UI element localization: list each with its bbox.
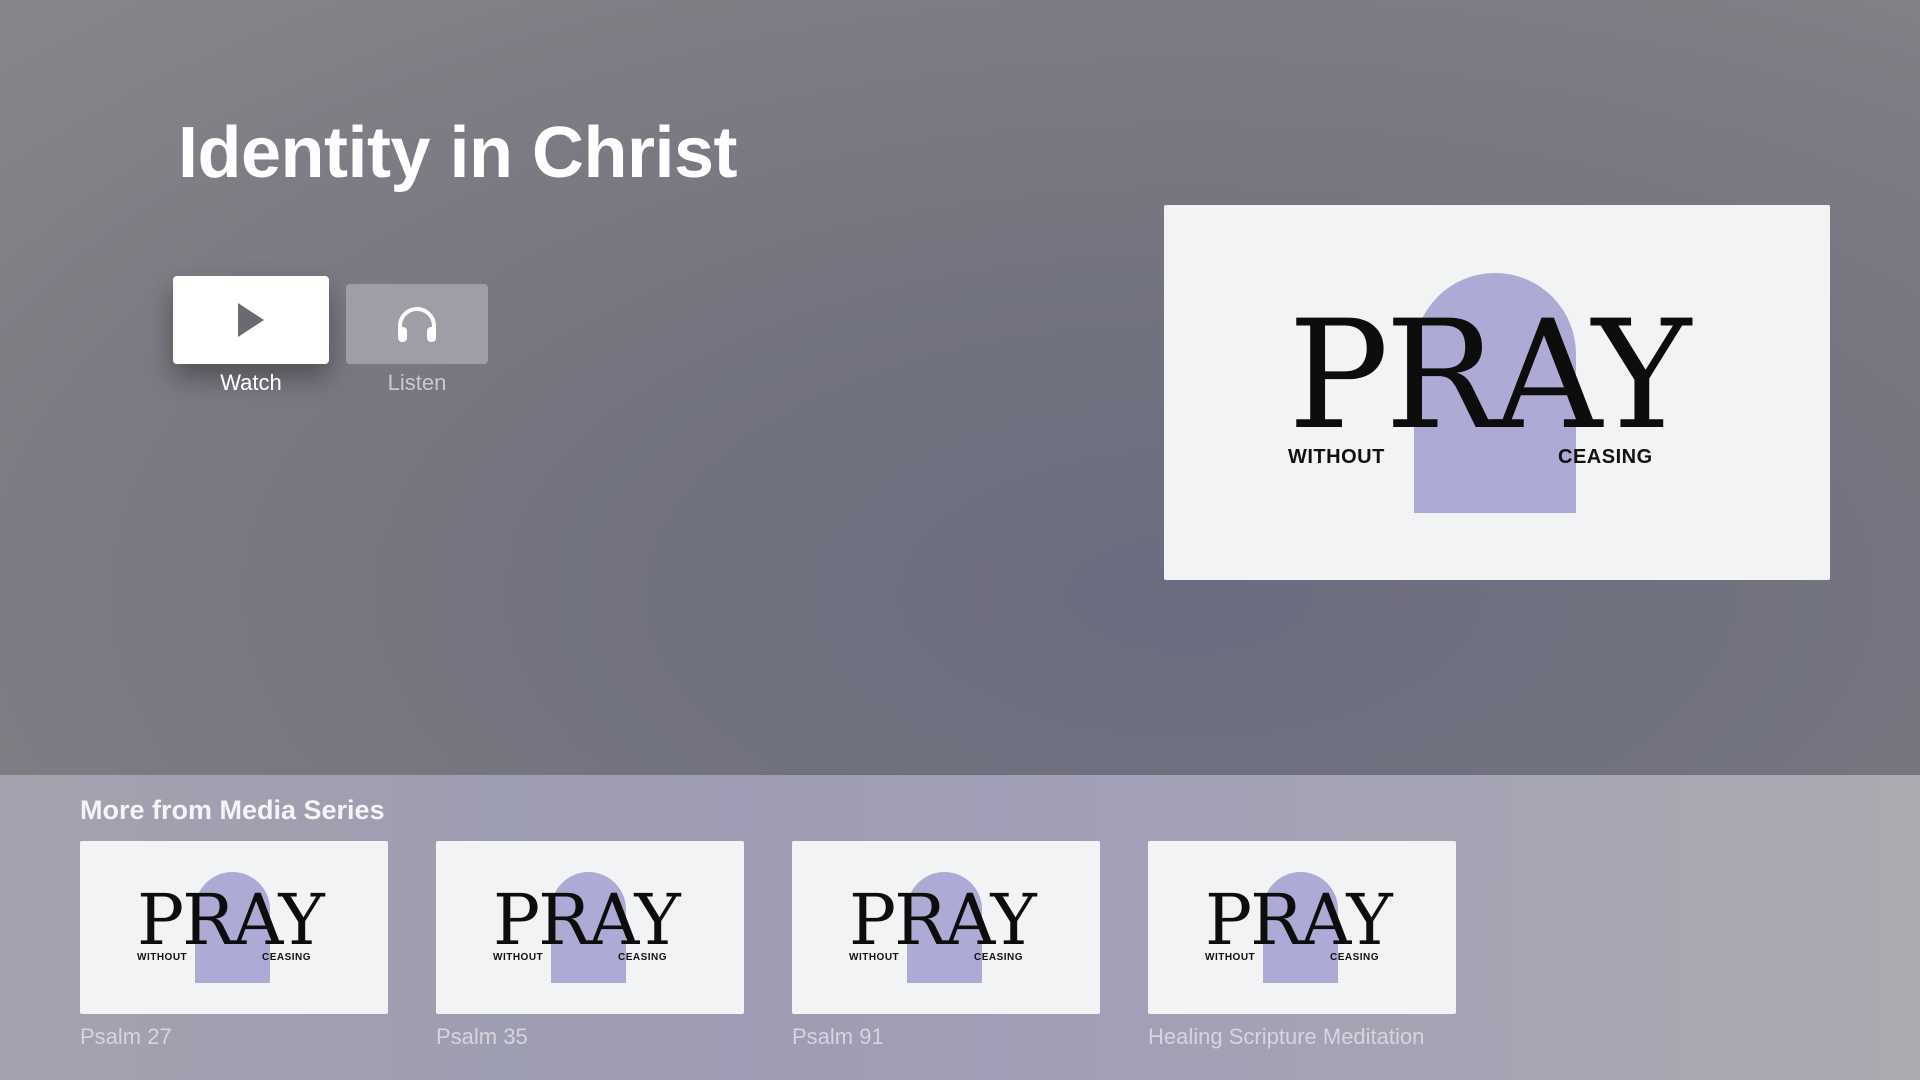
shelf-item-label: Healing Scripture Meditation — [1148, 1024, 1425, 1049]
artwork-subtitle-right: CEASING — [262, 952, 312, 963]
shelf-item-psalm-27[interactable]: PRAY WITHOUT CEASING — [80, 841, 388, 1014]
headphones-icon — [398, 307, 436, 342]
watch-button[interactable] — [173, 276, 329, 364]
shelf-item-psalm-91[interactable]: PRAY WITHOUT CEASING — [792, 841, 1100, 1014]
artwork-title: PRAY — [137, 879, 325, 961]
artwork-title: PRAY — [849, 879, 1037, 961]
page-title: Identity in Christ — [178, 113, 738, 193]
pray-artwork: PRAY WITHOUT CEASING — [792, 841, 1100, 1014]
artwork-subtitle-right: CEASING — [1558, 446, 1653, 468]
artwork-subtitle-left: WITHOUT — [137, 952, 188, 963]
play-icon — [238, 303, 264, 337]
artwork-subtitle-right: CEASING — [1330, 952, 1380, 963]
listen-button-label: Listen — [387, 370, 447, 395]
artwork-subtitle-left: WITHOUT — [849, 952, 900, 963]
pray-artwork: PRAY WITHOUT CEASING — [80, 841, 388, 1014]
artwork-subtitle-left: WITHOUT — [1205, 952, 1256, 963]
artwork-title: PRAY — [493, 879, 681, 961]
shelf-item-label: Psalm 91 — [792, 1024, 884, 1049]
shelf-heading: More from Media Series — [80, 795, 385, 825]
shelf-item-label: Psalm 27 — [80, 1024, 172, 1049]
watch-button-label: Watch — [220, 370, 282, 395]
artwork-subtitle-left: WITHOUT — [1288, 446, 1385, 468]
shelf-item-healing-scripture-meditation[interactable]: PRAY WITHOUT CEASING — [1148, 841, 1456, 1014]
artwork-subtitle-right: CEASING — [974, 952, 1024, 963]
pray-artwork: PRAY WITHOUT CEASING — [1164, 205, 1830, 580]
shelf-item-psalm-35[interactable]: PRAY WITHOUT CEASING — [436, 841, 744, 1014]
artwork-title: PRAY — [1205, 879, 1393, 961]
hero-artwork: PRAY WITHOUT CEASING — [1164, 205, 1830, 580]
pray-artwork: PRAY WITHOUT CEASING — [436, 841, 744, 1014]
artwork-subtitle-left: WITHOUT — [493, 952, 544, 963]
pray-artwork: PRAY WITHOUT CEASING — [1148, 841, 1456, 1014]
listen-button[interactable] — [346, 284, 488, 364]
artwork-subtitle-right: CEASING — [618, 952, 668, 963]
shelf-item-label: Psalm 35 — [436, 1024, 528, 1049]
artwork-title: PRAY — [1288, 289, 1691, 463]
